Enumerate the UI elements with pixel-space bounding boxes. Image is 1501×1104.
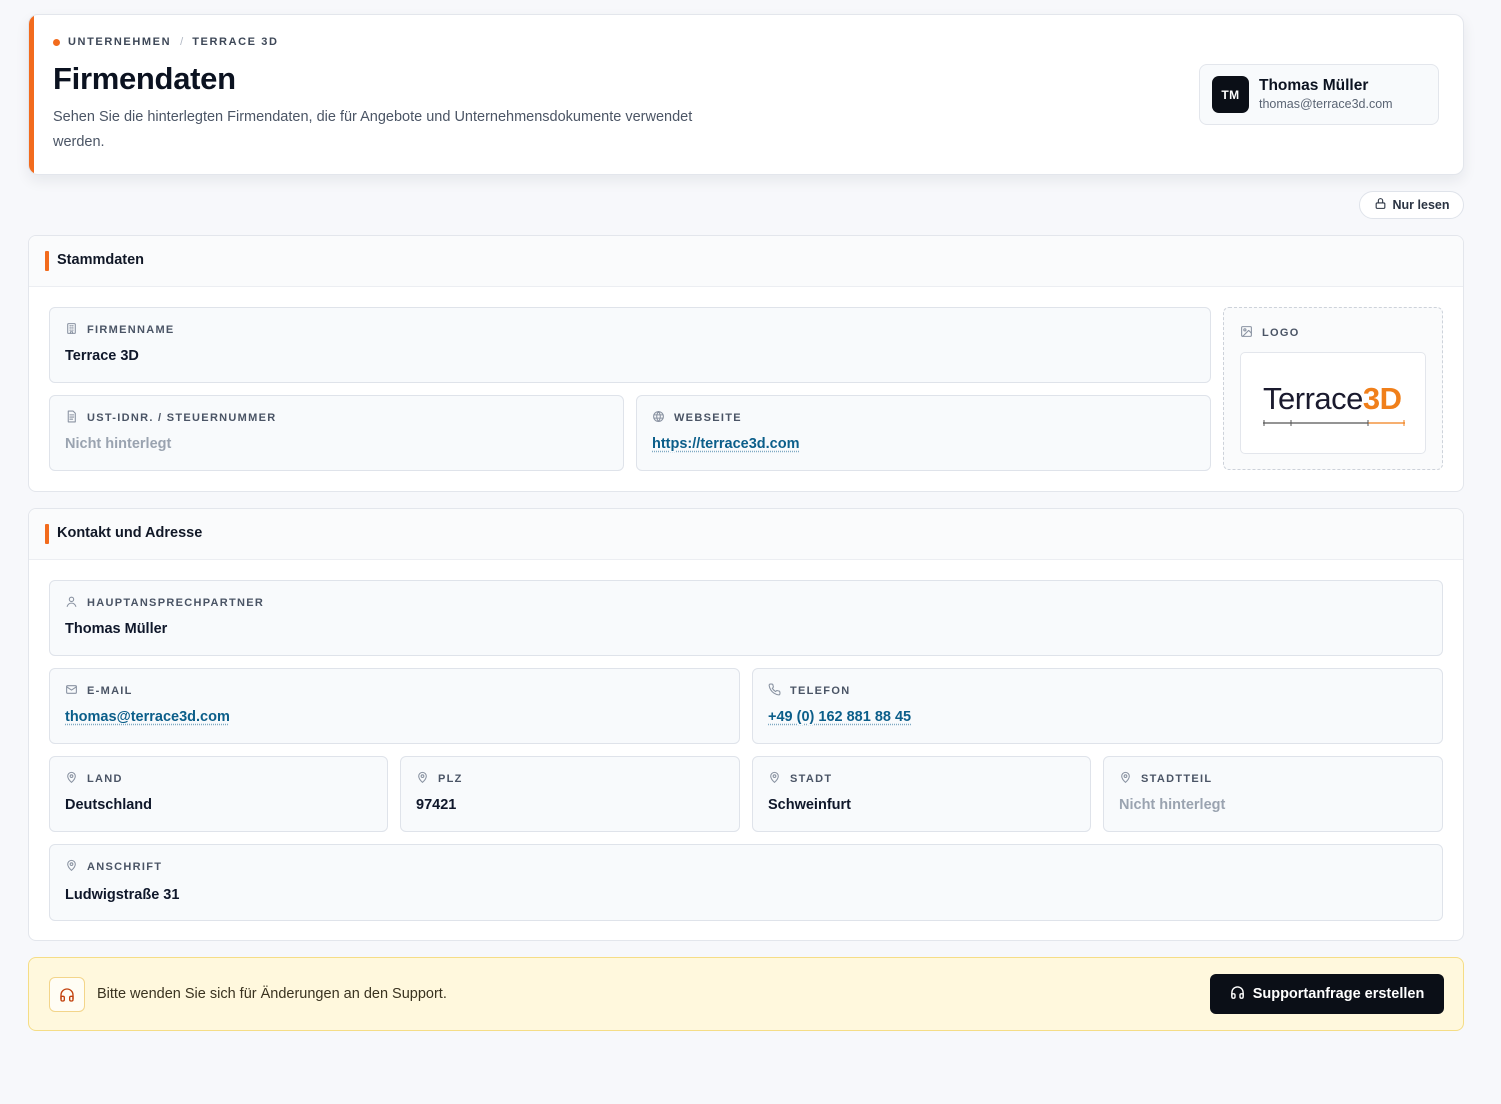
field-webseite: WEBSEITE https://terrace3d.com (636, 395, 1211, 471)
create-support-request-button[interactable]: Supportanfrage erstellen (1210, 974, 1444, 1014)
document-icon (65, 410, 78, 426)
headset-icon (49, 977, 85, 1012)
field-stadt: STADT Schweinfurt (752, 756, 1091, 832)
logo-wordmark-accent: 3D (1362, 381, 1402, 416)
field-label: E-MAIL (65, 683, 133, 699)
field-value: Nicht hinterlegt (1119, 797, 1226, 813)
field-label-text: LOGO (1262, 327, 1300, 339)
field-email: E-MAIL thomas@terrace3d.com (49, 668, 740, 744)
field-value: Nicht hinterlegt (65, 436, 172, 452)
section-stammdaten: Stammdaten FIRMENNAME Terrace 3D UST-IDN… (28, 235, 1464, 492)
support-message: Bitte wenden Sie sich für Änderungen an … (97, 986, 447, 1002)
support-button-label: Supportanfrage erstellen (1252, 986, 1425, 1002)
map-pin-icon (768, 771, 781, 787)
field-label: HAUPTANSPRECHPARTNER (65, 595, 264, 611)
field-label-text: TELEFON (790, 685, 851, 697)
readonly-badge: Nur lesen (1359, 191, 1464, 219)
header-accent-bar (29, 15, 34, 174)
field-value: Deutschland (65, 797, 153, 813)
user-email: thomas@terrace3d.com (1259, 97, 1393, 111)
field-label: TELEFON (768, 683, 850, 699)
field-label-text: HAUPTANSPRECHPARTNER (87, 597, 265, 609)
field-label: STADTTEIL (1119, 771, 1212, 787)
avatar: TM (1212, 76, 1249, 113)
section-header: Kontakt und Adresse (29, 509, 1463, 560)
map-pin-icon (65, 771, 78, 787)
field-firmenname: FIRMENNAME Terrace 3D (49, 307, 1211, 383)
field-value: Thomas Müller (65, 621, 168, 637)
mail-icon (65, 683, 78, 699)
field-label-text: STADTTEIL (1141, 773, 1213, 785)
field-label: LOGO (1240, 325, 1300, 341)
field-label: WEBSEITE (652, 410, 742, 426)
map-pin-icon (65, 859, 78, 875)
field-label: UST-IDNR. / STEUERNUMMER (65, 410, 276, 426)
field-label: PLZ (416, 771, 463, 787)
field-label: ANSCHRIFT (65, 859, 162, 875)
lock-icon (1374, 197, 1387, 213)
user-name: Thomas Müller (1259, 77, 1369, 94)
section-accent-bar (45, 251, 49, 271)
field-label-text: UST-IDNR. / STEUERNUMMER (87, 412, 277, 424)
field-telefon: TELEFON +49 (0) 162 881 88 45 (752, 668, 1443, 744)
breadcrumb-dot (53, 38, 60, 46)
image-icon (1240, 325, 1253, 341)
field-value: Schweinfurt (768, 797, 851, 813)
email-link[interactable]: thomas@terrace3d.com (65, 709, 230, 725)
section-kontakt: Kontakt und Adresse HAUPTANSPRECHPARTNER… (28, 508, 1464, 941)
field-label-text: PLZ (438, 773, 463, 785)
breadcrumb-item-unternehmen[interactable]: UNTERNEHMEN (68, 36, 171, 48)
section-accent-bar (45, 524, 49, 544)
logo-ruler (1263, 420, 1405, 426)
field-label: FIRMENNAME (65, 322, 175, 338)
field-label: STADT (768, 771, 832, 787)
field-label-text: ANSCHRIFT (87, 861, 163, 873)
logo-wordmark-dark: Terrace (1263, 381, 1363, 416)
field-label-text: LAND (87, 773, 123, 785)
headset-icon (1230, 985, 1245, 1004)
field-label-text: WEBSEITE (674, 412, 742, 424)
field-label-text: FIRMENNAME (87, 324, 175, 336)
website-link[interactable]: https://terrace3d.com (652, 436, 799, 452)
section-header: Stammdaten (29, 236, 1463, 287)
company-logo: Terrace3D (1240, 352, 1426, 454)
readonly-label: Nur lesen (1392, 198, 1450, 212)
breadcrumb: UNTERNEHMEN / TERRACE 3D (53, 36, 279, 48)
map-pin-icon (416, 771, 429, 787)
breadcrumb-item-terrace: TERRACE 3D (192, 36, 279, 48)
field-land: LAND Deutschland (49, 756, 388, 832)
field-value: Terrace 3D (65, 348, 139, 364)
user-card[interactable]: TM Thomas Müller thomas@terrace3d.com (1199, 64, 1439, 125)
user-icon (65, 595, 78, 611)
map-pin-icon (1119, 771, 1132, 787)
field-value: Ludwigstraße 31 (65, 887, 180, 903)
page-header: UNTERNEHMEN / TERRACE 3D Firmendaten Seh… (28, 14, 1464, 175)
field-ansprechpartner: HAUPTANSPRECHPARTNER Thomas Müller (49, 580, 1443, 656)
field-stadtteil: STADTTEIL Nicht hinterlegt (1103, 756, 1443, 832)
building-icon (65, 322, 78, 338)
logo-box: LOGO Terrace3D (1223, 307, 1443, 470)
page-description: Sehen Sie die hinterlegten Firmendaten, … (53, 109, 693, 150)
section-title: Kontakt und Adresse (57, 525, 203, 541)
field-anschrift: ANSCHRIFT Ludwigstraße 31 (49, 844, 1443, 921)
field-plz: PLZ 97421 (400, 756, 740, 832)
phone-link[interactable]: +49 (0) 162 881 88 45 (768, 709, 911, 725)
field-ust: UST-IDNR. / STEUERNUMMER Nicht hinterleg… (49, 395, 624, 471)
breadcrumb-separator: / (180, 36, 184, 48)
globe-icon (652, 410, 665, 426)
field-label-text: E-MAIL (87, 685, 133, 697)
support-notice: Bitte wenden Sie sich für Änderungen an … (28, 957, 1464, 1031)
page-title: Firmendaten (53, 61, 236, 96)
field-label: LAND (65, 771, 123, 787)
field-label-text: STADT (790, 773, 833, 785)
phone-icon (768, 683, 781, 699)
field-value: 97421 (416, 797, 457, 813)
logo-wordmark: Terrace3D (1263, 381, 1402, 417)
section-title: Stammdaten (57, 252, 145, 268)
